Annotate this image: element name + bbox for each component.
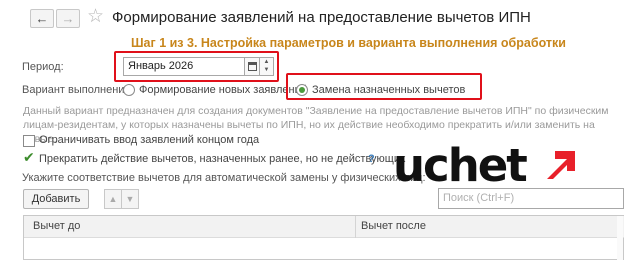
arrow-down-icon: ▼ <box>125 194 135 204</box>
help-icon[interactable]: ? <box>368 153 375 165</box>
variant-highlight <box>286 73 482 100</box>
page-title: Формирование заявлений на предоставление… <box>112 9 531 26</box>
title-bar: ← → ☆ Формирование заявлений на предоста… <box>0 0 624 34</box>
logo-arrow-shape <box>547 151 576 179</box>
move-up-button[interactable]: ▲ <box>104 189 122 209</box>
back-arrow-icon: ← <box>35 11 49 26</box>
period-highlight <box>114 51 279 82</box>
search-placeholder: Поиск (Ctrl+F) <box>443 192 515 204</box>
forward-arrow-icon: → <box>61 11 75 26</box>
terminate-deductions-label[interactable]: Прекратить действие вычетов, назначенных… <box>39 153 406 165</box>
column-header-after[interactable]: Вычет после <box>361 220 426 232</box>
uchet-logo: uchet <box>393 140 581 192</box>
radio-new-statements-label[interactable]: Формирование новых заявлений <box>139 84 307 96</box>
step-heading: Шаг 1 из 3. Настройка параметров и вариа… <box>131 36 566 50</box>
column-header-before[interactable]: Вычет до <box>33 220 80 232</box>
description-line-1: Данный вариант предназначен для создания… <box>23 105 609 117</box>
arrow-up-icon: ▲ <box>108 194 118 204</box>
star-icon[interactable]: ☆ <box>87 6 104 28</box>
limit-year-end-checkbox[interactable] <box>23 135 35 147</box>
deductions-table[interactable]: Вычет до Вычет после <box>23 215 624 260</box>
add-button[interactable]: Добавить <box>23 189 89 209</box>
logo-text: uchet <box>393 139 528 192</box>
back-button[interactable]: ← <box>30 9 54 28</box>
mapping-label: Укажите соответствие вычетов для автомат… <box>22 172 426 184</box>
move-down-button[interactable]: ▼ <box>121 189 139 209</box>
table-scrollbar[interactable] <box>617 216 623 260</box>
limit-year-end-label[interactable]: Ограничивать ввод заявлений концом года <box>39 134 259 146</box>
radio-new-statements[interactable] <box>123 84 135 96</box>
logo-arrow-icon <box>547 151 576 179</box>
variant-label: Вариант выполнения: <box>22 84 134 96</box>
terminate-deductions-checkbox[interactable]: ✔ <box>23 149 35 165</box>
forward-button[interactable]: → <box>56 9 80 28</box>
column-divider[interactable] <box>355 216 356 238</box>
table-header: Вычет до Вычет после <box>24 216 624 238</box>
period-label: Период: <box>22 61 64 73</box>
checkmark-icon: ✔ <box>23 149 35 165</box>
